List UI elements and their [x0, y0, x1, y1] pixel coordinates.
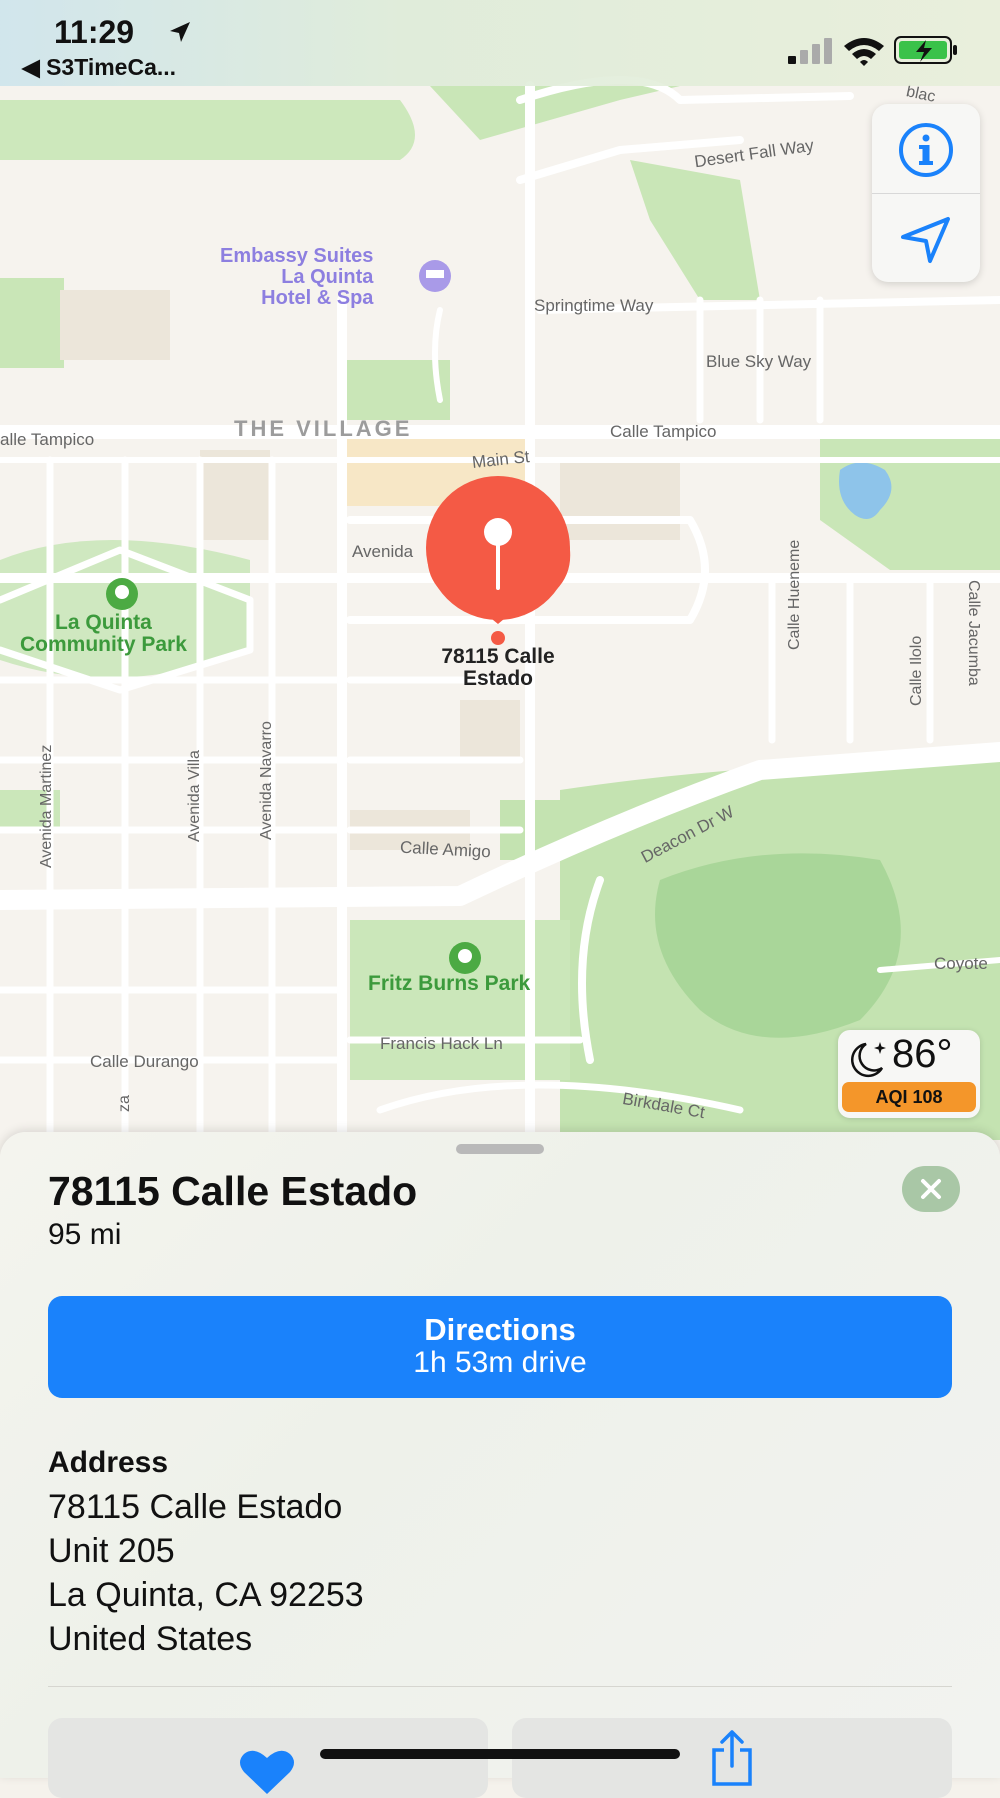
heart-icon	[240, 1750, 294, 1794]
signal-icon	[788, 38, 832, 64]
info-icon[interactable]	[898, 122, 954, 178]
share-icon	[712, 1730, 752, 1786]
street-coyote: Coyote	[934, 954, 988, 973]
pin-label[interactable]: 78115 Calle Estado	[398, 646, 598, 690]
address-line: La Quinta, CA 92253	[48, 1576, 364, 1614]
street-navarro: Avenida Navarro	[258, 721, 275, 840]
wifi-icon	[844, 38, 884, 66]
district-label: THE VILLAGE	[234, 416, 413, 441]
poi-park2-label[interactable]: Fritz Burns Park	[368, 972, 530, 996]
pin-label-line-2: Estado	[462, 667, 533, 690]
hotel-icon[interactable]	[419, 260, 451, 292]
weather-temperature: 86°	[892, 1032, 953, 1076]
sheet-grabber[interactable]	[456, 1144, 544, 1154]
street-villa: Avenida Villa	[186, 750, 203, 842]
back-to-app-button[interactable]: ◀ S3TimeCa...	[22, 54, 176, 81]
poi-hotel-line-2: La Quinta	[281, 266, 374, 288]
place-card: 78115 Calle Estado 95 mi Directions 1h 5…	[0, 1132, 1000, 1798]
aqi-badge: AQI 108	[842, 1082, 976, 1112]
pin-label-line-1: 78115 Calle	[441, 645, 555, 668]
poi-park-line-1: La Quinta	[55, 611, 152, 634]
map-view[interactable]	[0, 0, 1000, 1140]
poi-hotel-label[interactable]: Embassy Suites La Quinta Hotel & Spa	[220, 246, 373, 309]
controls-divider	[872, 193, 980, 194]
address-header: Address	[48, 1446, 169, 1479]
poi-park-line-2: Community Park	[20, 633, 187, 656]
park-icon[interactable]	[449, 942, 481, 974]
poi-hotel-line-1: Embassy Suites	[220, 245, 374, 267]
street-durango: Calle Durango	[90, 1052, 199, 1071]
map-controls	[872, 104, 980, 282]
street-jacumba: Calle Jacumba	[965, 580, 982, 686]
park-icon[interactable]	[106, 578, 138, 610]
poi-park-label[interactable]: La Quinta Community Park	[20, 612, 187, 656]
address-line: United States	[48, 1620, 253, 1658]
poi-hotel-line-3: Hotel & Spa	[261, 287, 374, 309]
street-tampico-left: alle Tampico	[0, 430, 95, 449]
address-line: 78115 Calle Estado	[48, 1488, 343, 1526]
status-time: 11:29	[54, 14, 135, 50]
street-tampico-right: Calle Tampico	[610, 422, 717, 441]
section-divider	[48, 1686, 952, 1687]
place-distance: 95 mi	[48, 1218, 122, 1251]
close-icon	[921, 1179, 941, 1199]
street-hueneme: Calle Hueneme	[786, 539, 803, 650]
directions-button[interactable]: Directions 1h 53m drive	[48, 1296, 952, 1398]
street-za: za	[116, 1095, 133, 1112]
street-francis: Francis Hack Ln	[380, 1034, 503, 1053]
moon-icon	[850, 1042, 886, 1078]
location-arrow-icon	[170, 22, 190, 42]
street-blue-sky: Blue Sky Way	[706, 352, 812, 371]
weather-widget[interactable]: 86° AQI 108	[838, 1030, 980, 1118]
street-avenida: Avenida	[352, 542, 414, 561]
navigation-arrow-icon[interactable]	[900, 216, 952, 264]
home-indicator[interactable]	[320, 1749, 680, 1759]
directions-duration: 1h 53m drive	[413, 1346, 587, 1379]
street-ilolo: Calle Ilolo	[908, 635, 925, 706]
street-springtime: Springtime Way	[534, 296, 654, 315]
close-button[interactable]	[902, 1166, 960, 1212]
place-title: 78115 Calle Estado	[48, 1168, 418, 1214]
street-martinez: Avenida Martinez	[38, 744, 55, 868]
directions-label: Directions	[424, 1312, 576, 1347]
address-line: Unit 205	[48, 1532, 175, 1570]
status-bar: 11:29 ◀ S3TimeCa...	[0, 0, 1000, 86]
battery-icon	[894, 36, 957, 64]
